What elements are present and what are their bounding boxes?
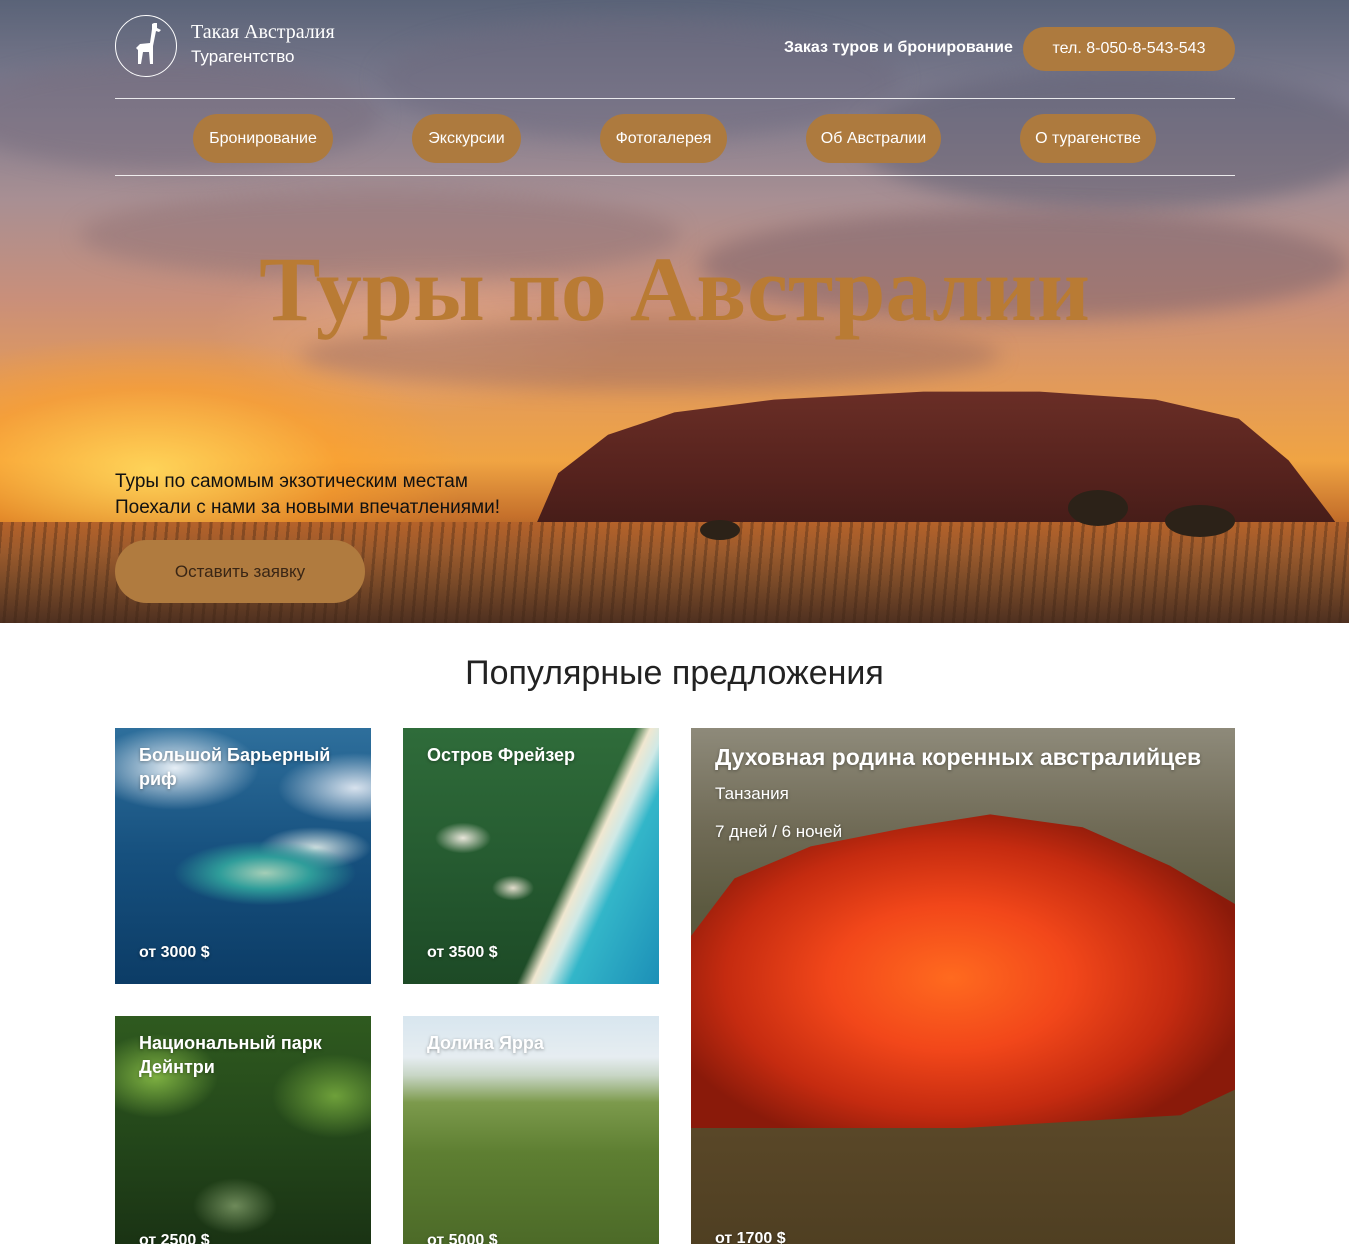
leave-request-button[interactable]: Оставить заявку <box>115 540 365 603</box>
offer-title: Остров Фрейзер <box>427 745 576 765</box>
uluru-photo <box>691 814 1235 1128</box>
logo[interactable] <box>115 15 177 77</box>
offer-card-featured[interactable]: Духовная родина коренных австралийцев Та… <box>691 728 1235 1244</box>
nav-divider-top <box>115 98 1235 99</box>
section-title: Популярные предложения <box>465 654 884 692</box>
hero-tagline-1: Туры по самомым экзотическим местам <box>115 471 468 492</box>
offer-card-daintree[interactable]: Национальный парк Дейнтри от 2500 $ <box>115 1016 371 1244</box>
offer-title: Большой Барьерный риф <box>139 745 331 789</box>
brand-name: Такая Австралия <box>191 21 335 43</box>
nav-excursions[interactable]: Экскурсии <box>412 114 521 163</box>
nav-about-agency[interactable]: О турагенстве <box>1020 114 1156 163</box>
offer-price: от 5000 $ <box>427 1232 498 1244</box>
offer-card-reef[interactable]: Большой Барьерный риф от 3000 $ <box>115 728 371 984</box>
offer-title: Долина Ярра <box>427 1033 544 1053</box>
featured-title: Духовная родина коренных австралийцев <box>715 744 1202 770</box>
featured-price: от 1700 $ <box>715 1230 786 1244</box>
giraffe-icon <box>126 20 166 73</box>
brand-subtitle: Турагентство <box>191 47 295 66</box>
order-tours-link[interactable]: Заказ туров и бронирование <box>784 39 1013 57</box>
hero-tagline-2: Поехали с нами за новыми впечатлениями! <box>115 497 500 518</box>
offer-title: Национальный парк Дейнтри <box>139 1033 322 1077</box>
nav-about-australia[interactable]: Об Австралии <box>806 114 941 163</box>
nav-gallery[interactable]: Фотогалерея <box>600 114 727 163</box>
featured-duration: 7 дней / 6 ночей <box>715 822 843 841</box>
phone-button[interactable]: тел. 8-050-8-543-543 <box>1023 27 1235 71</box>
nav-divider-bottom <box>115 175 1235 176</box>
offer-card-fraser[interactable]: Остров Фрейзер от 3500 $ <box>403 728 659 984</box>
offer-price: от 3500 $ <box>427 944 498 961</box>
offer-price: от 2500 $ <box>139 1232 210 1244</box>
featured-region: Танзания <box>715 784 789 803</box>
offer-price: от 3000 $ <box>139 944 210 961</box>
hero-title: Туры по Австралии <box>259 238 1090 340</box>
nav-booking[interactable]: Бронирование <box>193 114 333 163</box>
offer-card-yarra[interactable]: Долина Ярра от 5000 $ <box>403 1016 659 1244</box>
